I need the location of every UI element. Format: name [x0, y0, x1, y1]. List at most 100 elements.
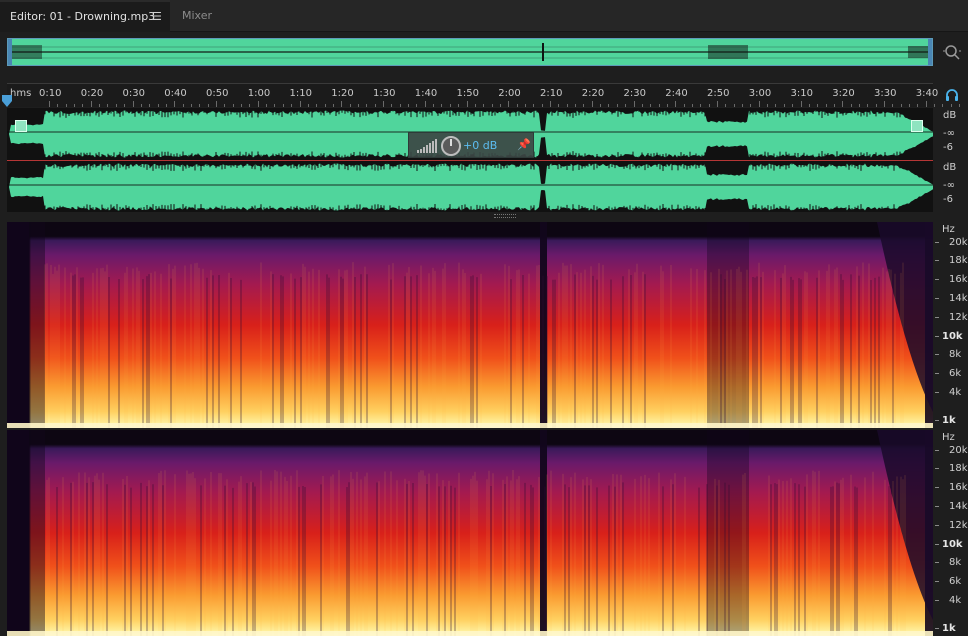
fade-in-handle[interactable]	[15, 120, 27, 132]
time-minor-tick	[165, 104, 167, 107]
hz-tick-mark	[935, 373, 939, 374]
time-minor-tick	[433, 104, 435, 107]
hz-tick-text: 12k	[949, 312, 968, 323]
hz-tick-label: 10k	[942, 331, 963, 342]
headphones-icon[interactable]	[945, 88, 959, 102]
time-tick-label: 1:20	[331, 88, 354, 99]
time-minor-tick	[107, 104, 109, 107]
time-minor-tick	[575, 104, 577, 107]
hz-tick-mark	[935, 525, 939, 526]
time-minor-tick	[833, 104, 835, 107]
hz-tick-mark	[935, 487, 939, 488]
hz-tick-label: 10k	[942, 539, 963, 550]
hz-tick-text: 14k	[949, 293, 968, 304]
frequency-scale-left: Hz 20k 18k 16k 14k 12k 10k 8k 6k 4k 1k	[935, 222, 968, 428]
time-tick-mark	[508, 101, 510, 107]
hz-tick-label: 1k	[942, 415, 956, 426]
db-neg-inf-label: -∞	[943, 180, 955, 191]
time-tick-mark	[675, 101, 677, 107]
db-minus6-label: -6	[943, 194, 953, 205]
time-tick-mark	[842, 101, 844, 107]
hz-tick-text: 8k	[949, 349, 962, 360]
time-minor-tick	[391, 104, 393, 107]
gain-hud[interactable]: +0 dB 📌	[408, 132, 534, 158]
gain-value[interactable]: +0 dB	[463, 139, 497, 152]
hz-tick-text: 1k	[942, 415, 956, 426]
time-minor-tick	[900, 104, 902, 107]
time-minor-tick	[725, 104, 727, 107]
time-minor-tick	[74, 104, 76, 107]
hz-tick-label: 1k	[942, 623, 956, 634]
hz-tick-text: 6k	[949, 576, 962, 587]
time-tick-label: 1:30	[373, 88, 396, 99]
hz-tick-mark	[935, 298, 939, 299]
hz-tick-mark	[935, 506, 939, 507]
hz-tick-mark	[935, 392, 939, 393]
spectrogram-right[interactable]	[7, 430, 933, 636]
time-minor-tick	[942, 104, 944, 107]
time-minor-tick	[892, 104, 894, 107]
time-minor-tick	[858, 104, 860, 107]
time-minor-tick	[867, 104, 869, 107]
time-tick-mark	[633, 101, 635, 107]
time-minor-tick	[65, 104, 67, 107]
db-unit-label: dB	[943, 162, 957, 173]
zoom-icon[interactable]	[942, 42, 962, 62]
time-tick-mark	[591, 101, 593, 107]
time-minor-tick	[199, 104, 201, 107]
panel-split-handle[interactable]	[494, 214, 516, 218]
time-minor-tick	[491, 104, 493, 107]
time-minor-tick	[566, 104, 568, 107]
hz-tick-mark	[935, 354, 939, 355]
waveform-display[interactable]	[7, 108, 933, 212]
hz-tick-mark	[935, 562, 939, 563]
waveform-right-body	[7, 161, 933, 212]
time-minor-tick	[641, 104, 643, 107]
time-minor-tick	[82, 104, 84, 107]
spectrogram-left[interactable]	[7, 222, 933, 428]
time-tick-mark	[717, 101, 718, 107]
time-tick-label: 1:40	[414, 88, 438, 99]
hz-tick-text: 18k	[949, 255, 968, 266]
time-minor-tick	[817, 104, 819, 107]
time-tick-label: 2:20	[581, 88, 605, 99]
time-minor-tick	[441, 104, 443, 107]
tab-mixer[interactable]: Mixer	[172, 0, 242, 32]
overview-left-handle[interactable]	[8, 39, 12, 65]
time-tick-label: 1:00	[247, 88, 271, 99]
time-minor-tick	[483, 104, 485, 107]
time-tick-mark	[257, 101, 259, 107]
spectrogram-low-band	[7, 423, 933, 428]
menu-icon[interactable]: ☰	[152, 2, 162, 31]
tab-editor[interactable]: Editor: 01 - Drowning.mp3 ☰	[0, 0, 170, 32]
hz-unit-label: Hz	[942, 432, 955, 443]
overview-waveform[interactable]	[7, 38, 933, 66]
time-minor-tick	[416, 104, 418, 107]
time-tick-label: 1:50	[456, 88, 479, 99]
pin-icon[interactable]: 📌	[517, 138, 531, 151]
time-minor-tick	[708, 104, 710, 107]
hz-tick-mark	[935, 468, 939, 469]
time-minor-tick	[541, 104, 543, 107]
overview-right-handle[interactable]	[928, 39, 932, 65]
spectrogram-left-lines	[7, 222, 933, 428]
time-minor-tick	[917, 104, 919, 107]
time-ruler[interactable]: hms 0:10 0:20 0:30 0:40 0:50 1:00 1:10 1:20 1:30…	[7, 83, 961, 107]
waveform-channel-right[interactable]	[7, 161, 933, 212]
hz-tick-text: 4k	[949, 595, 962, 606]
playhead-marker[interactable]	[2, 95, 12, 107]
volume-knob-icon[interactable]	[441, 136, 461, 156]
spectrogram-right-lines	[7, 430, 933, 636]
time-minor-tick	[399, 104, 401, 107]
time-minor-tick	[232, 104, 234, 107]
time-minor-tick	[182, 104, 184, 107]
time-minor-tick	[124, 104, 126, 107]
time-minor-tick	[616, 104, 618, 107]
time-tick-mark	[800, 101, 802, 107]
time-minor-tick	[658, 104, 660, 107]
time-minor-tick	[524, 104, 526, 107]
fade-out-handle[interactable]	[911, 120, 923, 132]
tab-bar: Editor: 01 - Drowning.mp3 ☰ Mixer	[0, 0, 968, 32]
db-neg-inf-label: -∞	[943, 128, 955, 139]
time-minor-tick	[249, 104, 251, 107]
